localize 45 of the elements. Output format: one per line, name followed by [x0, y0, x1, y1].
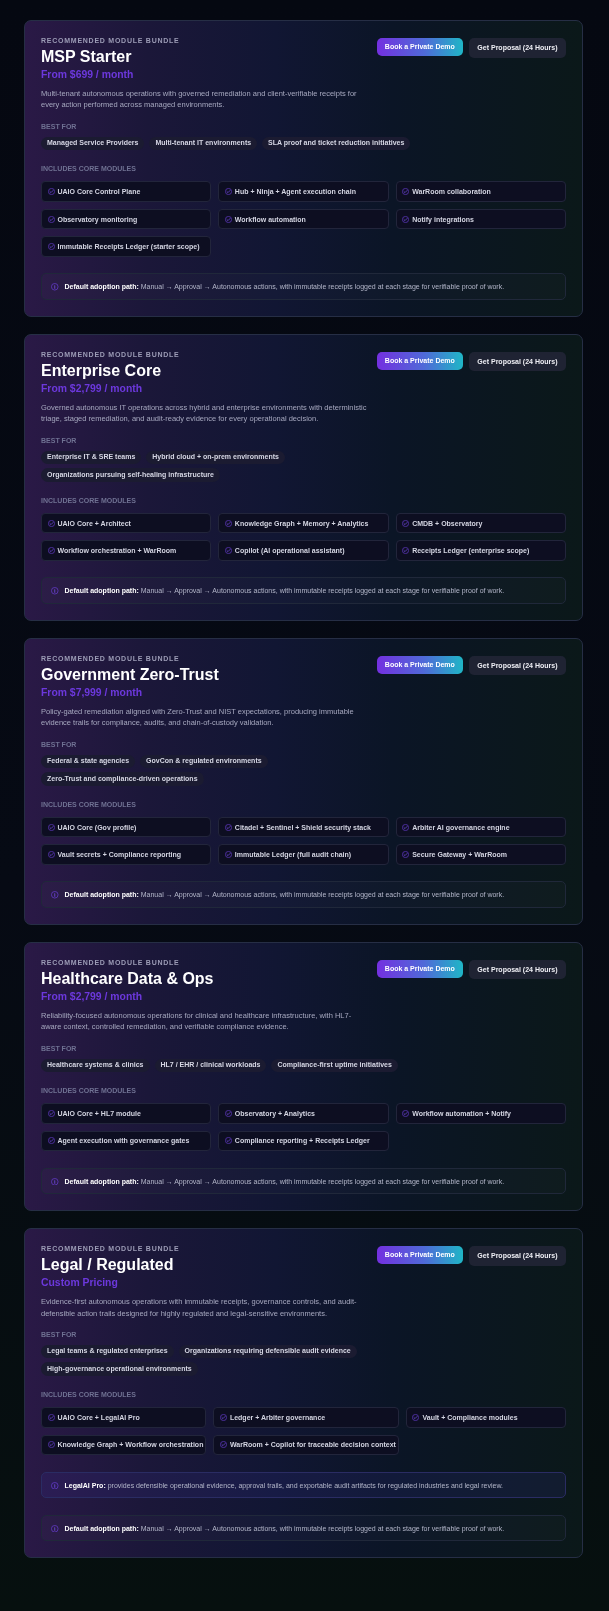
check-circle-icon: [47, 519, 55, 527]
check-circle-icon: [402, 519, 410, 527]
check-circle-icon: [402, 188, 410, 195]
check-circle-icon: [47, 547, 55, 555]
check-circle-icon: [47, 215, 55, 223]
price-text: From $699 / month: [41, 68, 134, 82]
bundle-title: Legal / Regulated: [41, 1255, 174, 1276]
check-circle-icon: [219, 1413, 227, 1421]
check-circle-icon: [224, 1137, 232, 1145]
bundle-title: Enterprise Core: [41, 360, 162, 381]
bundle-title: Healthcare Data & Ops: [41, 968, 214, 989]
bundle-title: MSP Starter: [41, 47, 132, 67]
check-circle-icon: [224, 1109, 232, 1117]
info-icon: [51, 1524, 59, 1533]
bundle-title: Government Zero-Trust: [41, 664, 219, 685]
check-circle-icon: [402, 215, 410, 223]
check-circle-icon: [224, 851, 232, 859]
check-circle-icon: [47, 1413, 55, 1421]
check-circle-icon: [219, 1441, 227, 1449]
info-icon: [51, 587, 59, 595]
check-circle-icon: [224, 188, 232, 195]
info-icon: [51, 1481, 59, 1490]
check-circle-icon: [224, 547, 232, 555]
check-circle-icon: [402, 851, 410, 859]
check-circle-icon: [47, 243, 55, 251]
check-circle-icon: [47, 851, 55, 859]
check-circle-icon: [224, 519, 232, 527]
price-text: Custom Pricing: [41, 1276, 118, 1291]
check-circle-icon: [402, 547, 410, 555]
price-text: From $2,799 / month: [41, 381, 143, 396]
check-circle-icon: [47, 1137, 55, 1145]
check-circle-icon: [47, 1441, 55, 1449]
info-icon: [51, 891, 59, 899]
check-circle-icon: [47, 823, 55, 831]
info-icon: [51, 283, 59, 291]
check-circle-icon: [224, 215, 232, 223]
info-icon: [51, 1177, 59, 1186]
check-circle-icon: [47, 188, 55, 195]
price-text: From $2,799 / month: [41, 989, 143, 1004]
check-circle-icon: [412, 1413, 420, 1421]
price-text: From $7,999 / month: [41, 685, 143, 700]
check-circle-icon: [224, 823, 232, 831]
check-circle-icon: [402, 1109, 410, 1117]
check-circle-icon: [47, 1109, 55, 1117]
check-circle-icon: [402, 823, 410, 831]
